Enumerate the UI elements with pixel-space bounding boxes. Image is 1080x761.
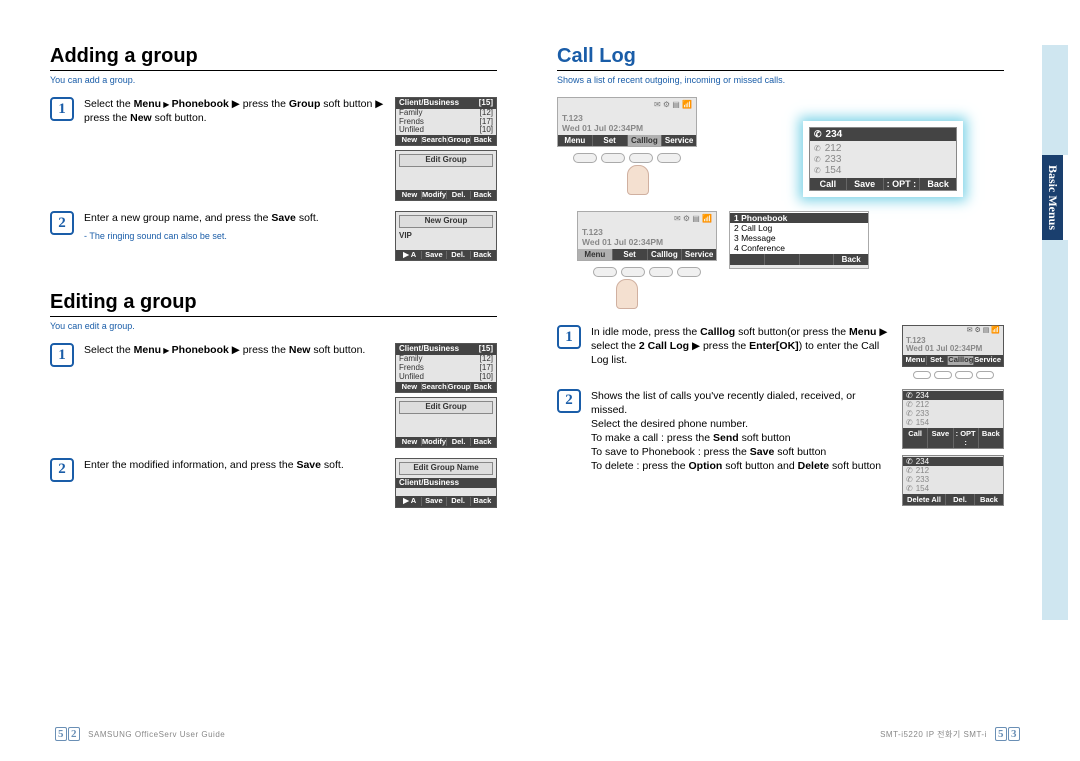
dial-icon: ✆ bbox=[906, 418, 913, 427]
intro-call-log: Shows a list of recent outgoing, incomin… bbox=[557, 75, 1004, 85]
lcd-idle: ✉ ⚙ ▤ 📶 T.123Wed 01 Jul 02:34PM MenuSet.… bbox=[902, 325, 1004, 367]
lcd-new-group: New Group VIP ▶ ASaveDel.Back bbox=[395, 211, 497, 261]
page-number: 53 bbox=[995, 727, 1020, 741]
status-icons: ✉ ⚙ ▤ 📶 bbox=[903, 326, 1003, 336]
step-text: Select the Menu ▶ Phonebook ▶ press the … bbox=[84, 343, 387, 357]
dial-icon: ✆ bbox=[906, 457, 913, 466]
step-number: 2 bbox=[50, 211, 74, 235]
arrow-icon: ▶ bbox=[161, 346, 172, 355]
lcd-call-log-list: ✆234 ✆212 ✆233 ✆154 CallSave: OPT :Back bbox=[902, 389, 1004, 449]
softkey-row bbox=[902, 371, 1004, 379]
dial-icon: ✆ bbox=[814, 155, 821, 164]
lcd-group-list: Client/Business[15] Family[12] Frends[17… bbox=[395, 97, 497, 146]
call-log-screen-hero: ✆234 ✆212 ✆233 ✆154 CallSave: OPT :Back bbox=[809, 127, 957, 191]
dial-icon: ✆ bbox=[906, 391, 913, 400]
step-text: Select the Menu ▶ Phonebook ▶ press the … bbox=[84, 97, 387, 125]
step-number: 1 bbox=[557, 325, 581, 349]
softkey-row bbox=[573, 153, 681, 163]
step-text: In idle mode, press the Calllog soft but… bbox=[591, 325, 894, 368]
side-tab-basic-menus: Basic Menus bbox=[1042, 155, 1063, 240]
lcd-call-log-delete: ✆234 ✆212 ✆233 ✆154 Delete AllDel.Back bbox=[902, 455, 1004, 506]
heading-adding-group: Adding a group bbox=[50, 45, 497, 71]
note-text: - The ringing sound can also be set. bbox=[84, 230, 387, 242]
dial-icon: ✆ bbox=[906, 466, 913, 475]
intro-adding-group: You can add a group. bbox=[50, 75, 497, 85]
step-text: Shows the list of calls you've recently … bbox=[591, 389, 894, 474]
dial-icon: ✆ bbox=[814, 144, 821, 153]
right-column: Call Log Shows a list of recent outgoing… bbox=[557, 45, 1030, 518]
dial-icon: ✆ bbox=[814, 129, 822, 140]
heading-call-log: Call Log bbox=[557, 45, 1004, 71]
step-text: Enter a new group name, and press the Sa… bbox=[84, 211, 387, 241]
finger-icon bbox=[627, 165, 649, 195]
dial-icon: ✆ bbox=[814, 166, 821, 175]
finger-icon bbox=[616, 279, 638, 309]
arrow-icon: ▶ bbox=[161, 100, 172, 109]
dial-icon: ✆ bbox=[906, 484, 913, 493]
lcd-group-list: Client/Business[15] Family[12] Frends[17… bbox=[395, 343, 497, 392]
softkey-row bbox=[593, 267, 701, 277]
step-number: 1 bbox=[50, 97, 74, 121]
lcd-edit-group-name: Edit Group Name Client/Business ▶ ASaveD… bbox=[395, 458, 497, 508]
dial-icon: ✆ bbox=[906, 475, 913, 484]
step-number: 2 bbox=[50, 458, 74, 482]
lcd-edit-group: Edit Group NewModifyDel.Back bbox=[395, 150, 497, 201]
page-number: 52 bbox=[55, 727, 80, 741]
lcd-edit-group: Edit Group NewModifyDel.Back bbox=[395, 397, 497, 448]
dial-icon: ✆ bbox=[906, 409, 913, 418]
step-number: 1 bbox=[50, 343, 74, 367]
intro-editing-group: You can edit a group. bbox=[50, 321, 497, 331]
step-number: 2 bbox=[557, 389, 581, 413]
status-icons: ✉ ⚙ ▤ 📶 bbox=[558, 98, 696, 111]
step-text: Enter the modified information, and pres… bbox=[84, 458, 387, 472]
idle-screen: ✉ ⚙ ▤ 📶 T.123Wed 01 Jul 02:34PM MenuSetC… bbox=[557, 97, 697, 147]
heading-editing-group: Editing a group bbox=[50, 291, 497, 317]
dial-icon: ✆ bbox=[906, 400, 913, 409]
footer-left: 52 SAMSUNG OfficeServ User Guide bbox=[55, 727, 225, 741]
phone-illustration: ✉ ⚙ ▤ 📶 T.123Wed 01 Jul 02:34PM MenuSetC… bbox=[557, 97, 957, 257]
footer-right: SMT-i5220 IP 전화기 SMT-i 53 bbox=[880, 727, 1020, 741]
left-column: Adding a group You can add a group. 1 Se… bbox=[50, 45, 497, 518]
